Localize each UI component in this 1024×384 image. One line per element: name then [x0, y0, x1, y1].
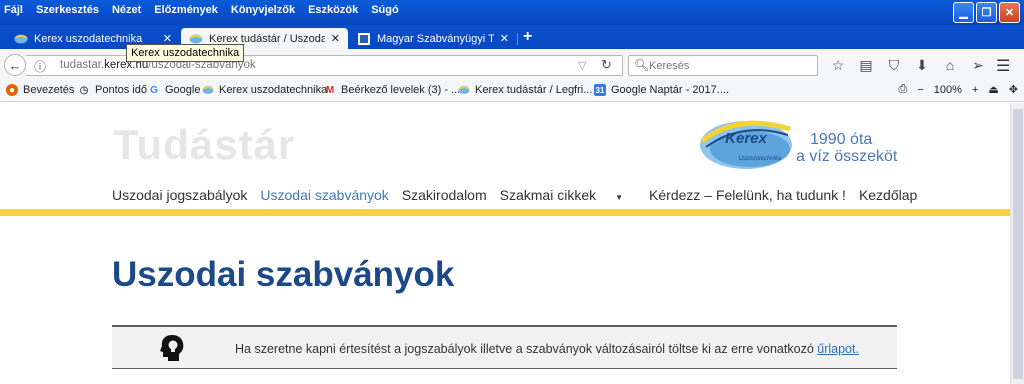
nav-uszodai-szabvanyok[interactable]: Uszodai szabványok [260, 187, 388, 203]
tab-title: Kerex tudástár / Uszodai... [209, 32, 325, 45]
notice-message: Ha szeretne kapni értesítést a jogszabál… [235, 342, 818, 356]
bookmark-label: Pontos idő [95, 84, 147, 96]
logo-subtext: Uszodatechnika [739, 156, 782, 162]
bookmark-item[interactable]: G Google [148, 84, 200, 96]
kerex-icon [458, 86, 470, 94]
zoom-level[interactable]: 100% [934, 84, 962, 96]
kerex-favicon-icon [14, 34, 28, 43]
header-divider [0, 209, 1010, 216]
pocket-icon[interactable]: ⛉ [880, 57, 908, 74]
bookmark-label: Beérkező levelek (3) - ... [341, 84, 461, 96]
main-navigation: Uszodai jogszabályok Uszodai szabványok … [112, 187, 930, 203]
home-icon[interactable]: ⌂ [936, 57, 964, 74]
nav-uszodai-jogszabalyok[interactable]: Uszodai jogszabályok [112, 187, 247, 203]
caret-down-icon: ▼ [615, 193, 624, 202]
search-icon: 🔍︎ [634, 58, 650, 72]
nav-szakmai-cikkek-label: Szakmai cikkek [499, 187, 597, 203]
menu-bookmarks[interactable]: Könyvjelzők [231, 4, 295, 16]
bookmark-item[interactable]: ◷ Pontos idő [78, 84, 147, 96]
bookmark-label: Google Naptár - 2017.... [611, 84, 730, 96]
tab-title: Kerex uszodatechnika [34, 32, 143, 45]
hamburger-menu-icon[interactable]: ☰ [996, 56, 1010, 76]
tab-magyar-szabvanyugyi[interactable]: Magyar Szabványügyi T... ✕ [349, 28, 517, 49]
menu-bar: Fájl Szerkesztés Nézet Előzmények Könyvj… [4, 4, 399, 16]
bookmark-item[interactable]: Kerex uszodatechnika [202, 84, 327, 96]
zoom-controls: ⎙ − 100% + ⏏ ✥ [899, 83, 1018, 96]
head-lightbulb-icon [160, 335, 184, 361]
bookmark-item[interactable]: 31 Google Naptár - 2017.... [594, 84, 729, 96]
notice-text: Ha szeretne kapni értesítést a jogszabál… [235, 342, 859, 356]
tab-title: Magyar Szabványügyi T... [377, 32, 494, 45]
window-controls: ▁ ❐ ✕ [953, 2, 1020, 23]
bookmark-label: Bevezetés [23, 84, 75, 96]
scrollbar-thumb[interactable] [1013, 109, 1023, 379]
firefox-icon: ● [6, 84, 18, 96]
zoom-in-icon[interactable]: + [972, 84, 978, 96]
kerex-logo[interactable]: Kerex Uszodatechnika [698, 111, 794, 173]
kerex-icon [202, 86, 214, 94]
logo-text: Kerex [725, 130, 767, 147]
calendar-icon: 31 [594, 84, 606, 96]
vertical-scrollbar[interactable] [1010, 103, 1024, 384]
nav-szakmai-cikkek[interactable]: Szakmai cikkek ▼ [500, 187, 636, 203]
screenshot-icon[interactable]: ⏏ [988, 83, 998, 96]
tagline: 1990 óta a víz összeköt [796, 131, 897, 165]
drag-icon[interactable]: ✥ [1009, 83, 1018, 96]
new-tab-icon[interactable]: + [523, 28, 532, 46]
tab-separator [517, 33, 518, 45]
clock-icon: ◷ [79, 84, 89, 96]
msz-favicon-icon [358, 32, 370, 45]
tab-close-icon[interactable]: ✕ [331, 32, 340, 45]
tagline-line2: a víz összeköt [796, 148, 898, 165]
kerex-favicon-icon [189, 34, 203, 43]
menu-view[interactable]: Nézet [112, 4, 141, 16]
menu-edit[interactable]: Szerkesztés [36, 4, 99, 16]
site-name[interactable]: Tudástár [113, 121, 295, 169]
bookmark-star-icon[interactable]: ☆ [824, 57, 852, 74]
nav-szakirodalom[interactable]: Szakirodalom [402, 187, 487, 203]
bookmarks-toolbar: ● Bevezetés ◷ Pontos idő G Google Kerex … [0, 80, 1024, 102]
tab-close-icon[interactable]: ✕ [500, 32, 509, 45]
restore-icon[interactable]: ❐ [976, 2, 997, 23]
minimize-icon[interactable]: ▁ [953, 2, 974, 23]
downloads-icon[interactable]: ⬇ [908, 57, 936, 74]
menu-tools[interactable]: Eszközök [308, 4, 358, 16]
search-input[interactable] [649, 58, 809, 73]
nav-kerdezz[interactable]: Kérdezz – Felelünk, ha tudunk ! [649, 187, 846, 203]
bookmark-item[interactable]: Kerex tudástár / Legfri... [458, 84, 592, 96]
tab-tooltip: Kerex uszodatechnika [126, 44, 245, 62]
menu-history[interactable]: Előzmények [154, 4, 218, 16]
menu-help[interactable]: Súgó [371, 4, 399, 16]
url-subdomain: tudastar. [60, 59, 105, 71]
info-icon[interactable]: ⓘ [34, 58, 46, 75]
google-icon: G [150, 84, 158, 96]
url-dropdown-icon[interactable]: ▽ [578, 59, 586, 72]
reload-icon[interactable]: ↻ [601, 57, 612, 73]
url-bar[interactable]: ⓘ tudastar.kerex.hu/uszodai-szabvanyok ▽… [26, 55, 623, 76]
print-icon[interactable]: ⎙ [899, 83, 908, 96]
reading-list-icon[interactable]: ▤ [852, 57, 880, 74]
page-title: Uszodai szabványok [112, 255, 455, 294]
form-link[interactable]: űrlapot. [817, 342, 859, 356]
notification-banner: Ha szeretne kapni értesítést a jogszabál… [112, 325, 897, 369]
back-arrow-icon[interactable]: ← [4, 54, 26, 76]
zoom-out-icon[interactable]: − [917, 84, 923, 96]
search-box[interactable]: 🔍︎ [628, 55, 818, 76]
tagline-line1: 1990 óta [810, 131, 873, 148]
close-icon[interactable]: ✕ [999, 2, 1020, 23]
bookmark-item[interactable]: ● Bevezetés [6, 84, 74, 96]
bookmark-label: Google [165, 84, 201, 96]
toolbar-icons: ☆ ▤ ⛉ ⬇ ⌂ ➢ [824, 57, 992, 74]
bookmark-label: Kerex uszodatechnika [219, 84, 328, 96]
window-titlebar: Fájl Szerkesztés Nézet Előzmények Könyvj… [0, 0, 1024, 25]
gmail-icon: M [325, 84, 335, 96]
nav-kezdolap[interactable]: Kezdőlap [859, 187, 917, 203]
bookmark-label: Kerex tudástár / Legfri... [475, 84, 593, 96]
page-content: Tudástár Kerex Uszodatechnika 1990 óta a… [0, 103, 1010, 384]
bookmark-item[interactable]: M Beérkező levelek (3) - ... [324, 84, 460, 96]
menu-file[interactable]: Fájl [4, 4, 23, 16]
send-icon[interactable]: ➢ [964, 57, 992, 74]
